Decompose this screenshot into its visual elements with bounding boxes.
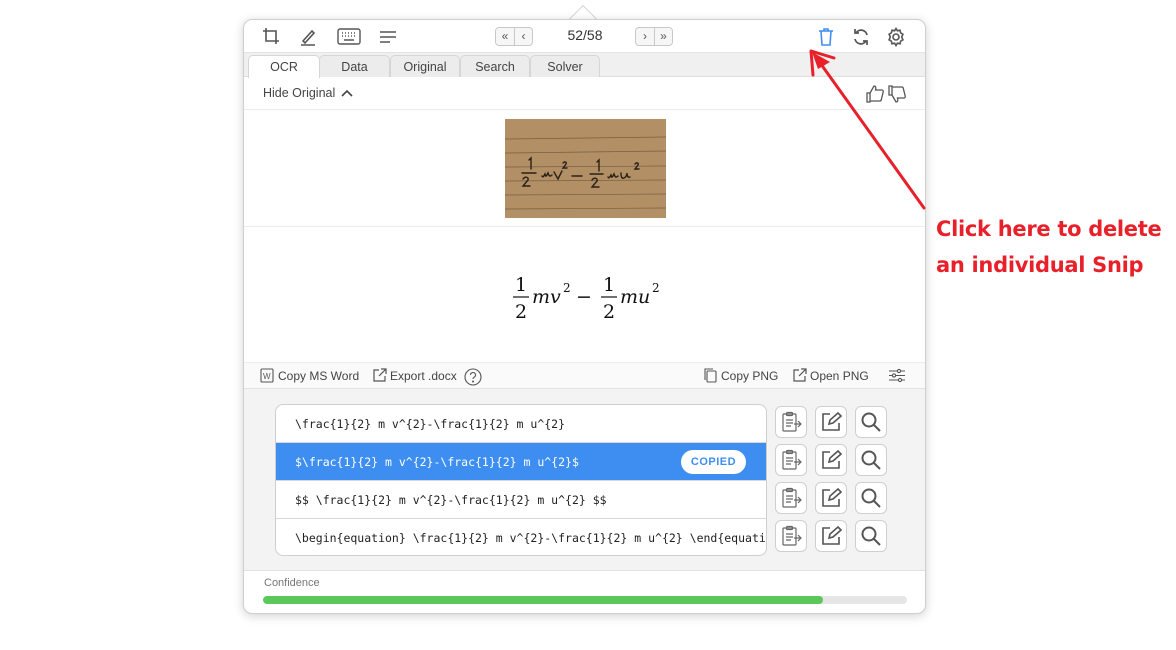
external-link-icon (373, 368, 387, 382)
gear-icon[interactable] (885, 26, 907, 48)
svg-text:2: 2 (563, 281, 571, 295)
magnifier-icon (861, 450, 881, 470)
svg-text:2: 2 (652, 281, 660, 295)
snip-window: « ‹ 52/58 › » OCR Data Original Search S… (243, 19, 926, 614)
rendered-result-area: 1 2 mv 2 − 1 2 mu 2 (244, 228, 925, 362)
next-snip-button[interactable]: › (636, 28, 654, 45)
tab-search[interactable]: Search (460, 55, 530, 77)
confidence-bar-fill (263, 596, 824, 604)
trash-icon[interactable] (815, 26, 837, 48)
tab-data[interactable]: Data (319, 55, 390, 77)
annotation-line-1: Click here to delete (936, 217, 1162, 241)
format-settings-button[interactable] (888, 368, 906, 383)
edit-pencil-icon (822, 449, 842, 469)
help-button[interactable] (464, 368, 482, 386)
open-png-label: Open PNG (810, 368, 869, 383)
edit-button[interactable] (815, 406, 847, 438)
confidence-label: Confidence (264, 577, 320, 589)
fraction2-denominator: 2 (603, 301, 615, 323)
svg-text:W: W (263, 372, 271, 381)
copy-to-clipboard-button[interactable] (775, 520, 807, 552)
keyboard-icon[interactable] (336, 26, 362, 48)
clipboard-icon (782, 411, 802, 432)
tab-solver[interactable]: Solver (530, 55, 600, 77)
export-actions-bar: W Copy MS Word Export .docx Copy PNG Ope… (244, 362, 925, 389)
question-circle-icon (464, 368, 482, 386)
latex-results-area: \frac{1}{2} m v^{2}-\frac{1}{2} m u^{2} … (244, 389, 925, 571)
search-button[interactable] (855, 482, 887, 514)
edit-button[interactable] (815, 482, 847, 514)
text-lines-icon[interactable] (377, 26, 399, 48)
copy-png-button[interactable]: Copy PNG (703, 368, 778, 383)
snip-counter: 52/58 (567, 27, 603, 43)
thumbs-down-icon[interactable] (887, 84, 907, 104)
svg-text:mv: mv (532, 286, 561, 308)
tab-bar: OCR Data Original Search Solver (244, 53, 925, 78)
edit-button[interactable] (815, 444, 847, 476)
latex-result-row[interactable]: $$ \frac{1}{2} m v^{2}-\frac{1}{2} m u^{… (276, 481, 766, 519)
edit-pencil-icon (822, 411, 842, 431)
open-png-button[interactable]: Open PNG (792, 368, 869, 383)
original-snip-image (505, 119, 666, 218)
annotation-line-2: an individual Snip (936, 253, 1144, 277)
edit-pencil-icon (822, 487, 842, 507)
copy-pages-icon (704, 368, 717, 383)
edit-pencil-icon (822, 525, 842, 545)
fraction2-numerator: 1 (603, 274, 615, 296)
nav-back-group: « ‹ (495, 27, 533, 46)
copy-to-clipboard-button[interactable] (775, 482, 807, 514)
hide-original-row: Hide Original (244, 78, 925, 110)
copy-ms-word-button[interactable]: W Copy MS Word (260, 368, 359, 383)
refresh-icon[interactable] (850, 26, 872, 48)
clipboard-icon (782, 449, 802, 470)
sliders-icon (889, 368, 905, 383)
handwriting-pen-icon[interactable] (297, 26, 319, 48)
confidence-section: Confidence (244, 572, 925, 613)
search-button[interactable] (855, 406, 887, 438)
confidence-bar (263, 596, 907, 604)
chevron-up-icon (341, 89, 353, 97)
search-button[interactable] (855, 520, 887, 552)
magnifier-icon (861, 488, 881, 508)
magnifier-icon (861, 526, 881, 546)
last-snip-button[interactable]: » (654, 28, 672, 45)
nav-forward-group: › » (635, 27, 673, 46)
toolbar: « ‹ 52/58 › » (244, 20, 925, 53)
fraction1-denominator: 2 (515, 301, 527, 323)
copy-png-label: Copy PNG (721, 368, 779, 383)
thumbs-up-icon[interactable] (865, 84, 885, 104)
latex-result-text: $\frac{1}{2} m v^{2}-\frac{1}{2} m u^{2}… (295, 455, 579, 469)
edit-button[interactable] (815, 520, 847, 552)
copy-to-clipboard-button[interactable] (775, 406, 807, 438)
external-link-icon (793, 368, 807, 382)
original-image-area (244, 110, 925, 227)
magnifier-icon (861, 412, 881, 432)
clipboard-icon (782, 487, 802, 508)
svg-text:−: − (576, 286, 592, 308)
latex-result-row[interactable]: \frac{1}{2} m v^{2}-\frac{1}{2} m u^{2} (276, 405, 766, 443)
first-snip-button[interactable]: « (496, 28, 514, 45)
search-button[interactable] (855, 444, 887, 476)
tab-ocr[interactable]: OCR (248, 55, 320, 78)
clipboard-icon (782, 525, 802, 546)
hide-original-toggle[interactable]: Hide Original (263, 86, 353, 100)
copied-badge: COPIED (681, 450, 746, 474)
tab-original[interactable]: Original (390, 55, 460, 77)
fraction1-numerator: 1 (515, 274, 527, 296)
annotation-text: Click here to delete an individual Snip (936, 211, 1162, 283)
previous-snip-button[interactable]: ‹ (514, 28, 532, 45)
rendered-equation: 1 2 mv 2 − 1 2 mu 2 (513, 274, 660, 323)
copy-ms-word-label: Copy MS Word (278, 368, 360, 383)
screenshot-crop-icon[interactable] (261, 26, 283, 48)
svg-text:mu: mu (620, 286, 650, 308)
export-docx-button[interactable]: Export .docx (372, 368, 457, 383)
copy-to-clipboard-button[interactable] (775, 444, 807, 476)
latex-results-list: \frac{1}{2} m v^{2}-\frac{1}{2} m u^{2} … (275, 404, 767, 556)
export-docx-label: Export .docx (390, 368, 457, 383)
latex-result-row[interactable]: \begin{equation} \frac{1}{2} m v^{2}-\fr… (276, 519, 766, 555)
hide-original-label: Hide Original (263, 86, 336, 100)
word-doc-icon: W (260, 368, 274, 383)
latex-result-row-selected[interactable]: $\frac{1}{2} m v^{2}-\frac{1}{2} m u^{2}… (276, 443, 766, 481)
